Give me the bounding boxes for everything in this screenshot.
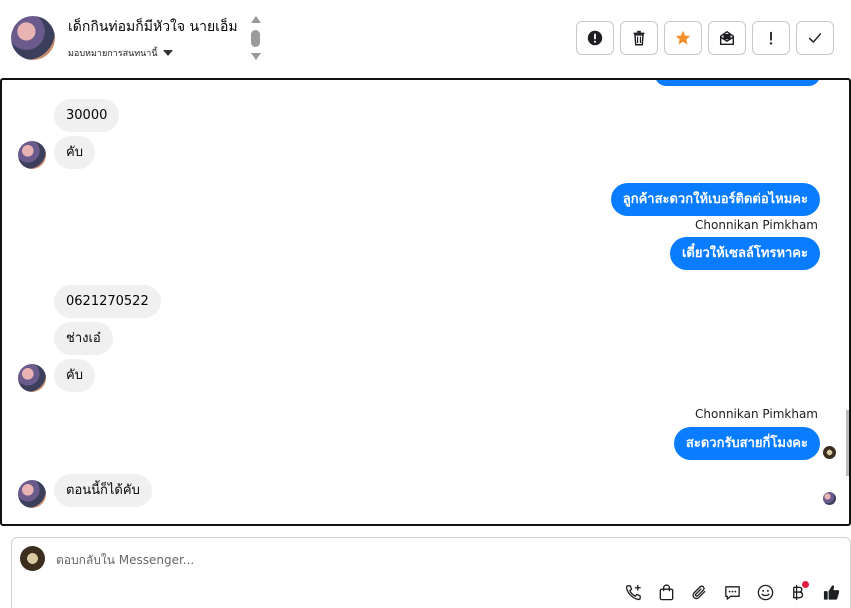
header-scrollbar[interactable] bbox=[250, 16, 262, 62]
caret-down-icon bbox=[162, 50, 173, 56]
shopping-bag-icon bbox=[659, 583, 673, 600]
contact-name[interactable]: เด็กกินท่อมก็มีหัวใจ นายเอ็ม bbox=[68, 16, 238, 38]
outgoing-message[interactable]: สะดวกรับสายกี่โมงคะ bbox=[673, 427, 820, 460]
exclamation-icon bbox=[769, 31, 773, 45]
incoming-message[interactable]: คับ bbox=[54, 136, 95, 169]
incoming-message[interactable]: 30000 bbox=[54, 99, 120, 132]
mark-unread-button[interactable] bbox=[708, 21, 746, 55]
partial-outgoing-bubble bbox=[655, 80, 820, 86]
sender-name: Chonnikan Pimkham bbox=[695, 407, 818, 421]
saved-reply-icon bbox=[724, 585, 740, 600]
assign-label: มอบหมายการสนทนานี้ bbox=[68, 49, 158, 59]
incoming-message[interactable]: คับ bbox=[54, 359, 95, 392]
exclamation-circle-icon bbox=[587, 30, 603, 46]
thread-scrollbar[interactable] bbox=[846, 410, 849, 476]
message-thread[interactable]: 30000 คับ ลูกค้าสะดวกให้เบอร์ติดต่อไหมคะ… bbox=[0, 78, 851, 526]
conversation-actions bbox=[576, 21, 834, 55]
incoming-message[interactable]: 0621270522 bbox=[54, 285, 161, 318]
sender-name: Chonnikan Pimkham bbox=[695, 218, 818, 232]
contact-avatar[interactable] bbox=[11, 16, 55, 60]
contact-seen-indicator-icon bbox=[823, 492, 836, 505]
envelope-icon bbox=[719, 30, 735, 46]
composer-toolbar bbox=[622, 581, 842, 603]
page-seen-indicator-icon bbox=[823, 446, 836, 459]
conversation-header: เด็กกินท่อมก็มีหัวใจ นายเอ็ม มอบหมายการส… bbox=[0, 0, 851, 78]
shop-button[interactable] bbox=[655, 581, 677, 603]
incoming-message[interactable]: ช่างเอ๋ bbox=[54, 322, 113, 355]
scroll-down-arrow-icon[interactable] bbox=[251, 53, 261, 60]
trash-icon bbox=[633, 30, 645, 46]
notification-dot bbox=[802, 581, 809, 588]
incoming-message[interactable]: ตอนนี้ก็ได้คับ bbox=[54, 474, 152, 507]
scroll-up-arrow-icon[interactable] bbox=[251, 16, 261, 23]
attach-button[interactable] bbox=[688, 581, 710, 603]
star-icon bbox=[675, 30, 691, 45]
phone-plus-icon bbox=[625, 584, 641, 600]
thumbs-up-icon bbox=[823, 584, 839, 600]
assign-conversation-dropdown[interactable]: มอบหมายการสนทนานี้ bbox=[68, 46, 173, 60]
reply-input[interactable] bbox=[56, 550, 756, 570]
outgoing-message[interactable]: ลูกค้าสะดวกให้เบอร์ติดต่อไหมคะ bbox=[610, 183, 820, 216]
paperclip-icon bbox=[691, 585, 705, 599]
saved-replies-button[interactable] bbox=[721, 581, 743, 603]
call-button[interactable] bbox=[622, 581, 644, 603]
mark-done-button[interactable] bbox=[796, 21, 834, 55]
check-icon bbox=[808, 33, 822, 43]
like-button[interactable] bbox=[820, 581, 842, 603]
payment-button[interactable] bbox=[787, 581, 809, 603]
emoji-button[interactable] bbox=[754, 581, 776, 603]
contact-avatar-small[interactable] bbox=[18, 480, 46, 508]
message-composer bbox=[11, 537, 851, 608]
delete-button[interactable] bbox=[620, 21, 658, 55]
emoji-icon bbox=[757, 584, 773, 600]
outgoing-message[interactable]: เดี๋ยวให้เซลล์โทรหาคะ bbox=[669, 237, 820, 270]
contact-avatar-small[interactable] bbox=[18, 141, 46, 169]
mark-spam-button[interactable] bbox=[576, 21, 614, 55]
star-button[interactable] bbox=[664, 21, 702, 55]
follow-up-button[interactable] bbox=[752, 21, 790, 55]
page-avatar bbox=[20, 546, 45, 571]
scroll-thumb[interactable] bbox=[251, 30, 260, 47]
contact-avatar-small[interactable] bbox=[18, 364, 46, 392]
